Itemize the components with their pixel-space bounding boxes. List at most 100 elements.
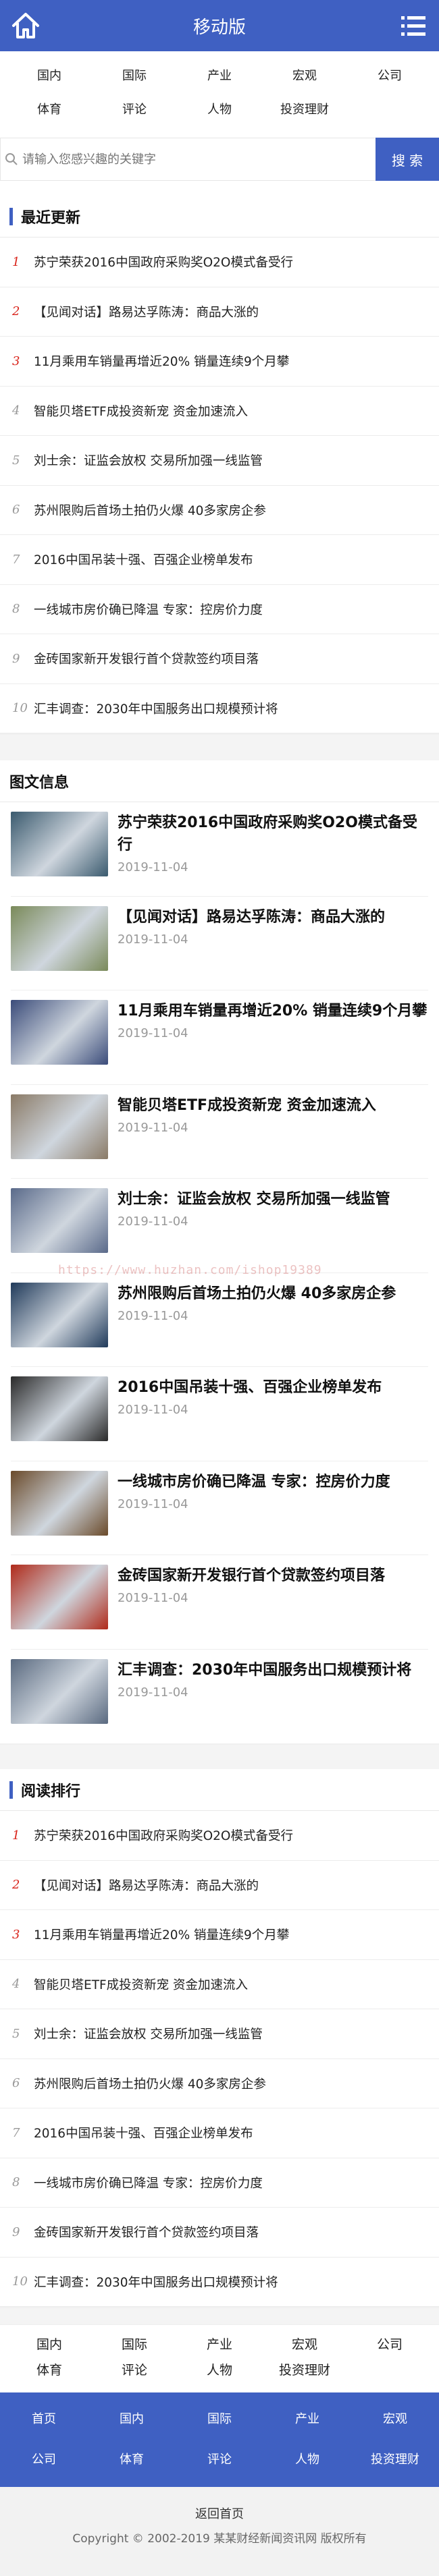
list-item[interactable]: 1 苏宁荣获2016中国政府采购奖O2O模式备受行 — [0, 237, 439, 287]
list-item[interactable]: 7 2016中国吊装十强、百强企业榜单发布 — [0, 535, 439, 585]
news-link[interactable]: 2016中国吊装十强、百强企业榜单发布 — [34, 551, 253, 568]
news-link[interactable]: 苏宁荣获2016中国政府采购奖O2O模式备受行 — [34, 1826, 293, 1844]
news-thumbnail[interactable] — [11, 812, 108, 876]
picture-item[interactable]: 【见闻对话】路易达孚陈涛：商品大涨的 2019-11-04 — [11, 897, 428, 990]
news-link[interactable]: 11月乘用车销量再增近20% 销量连续9个月攀 — [34, 352, 289, 370]
picture-item[interactable]: 苏州限购后首场土拍仍火爆 40多家房企参 2019-11-04 — [11, 1273, 428, 1367]
list-item[interactable]: 5 刘士余：证监会放权 交易所加强一线监管 — [0, 2009, 439, 2059]
back-home-link[interactable]: 返回首页 — [0, 2504, 439, 2522]
list-item[interactable]: 1 苏宁荣获2016中国政府采购奖O2O模式备受行 — [0, 1811, 439, 1861]
picture-item[interactable]: 一线城市房价确已降温 专家：控房价力度 2019-11-04 — [11, 1461, 428, 1555]
picture-title[interactable]: 苏宁荣获2016中国政府采购奖O2O模式备受行 — [118, 812, 428, 856]
category-link[interactable]: 评论 — [92, 93, 177, 127]
news-thumbnail[interactable] — [11, 1282, 108, 1347]
news-link[interactable]: 智能贝塔ETF成投资新宠 资金加速流入 — [34, 402, 248, 420]
list-item[interactable]: 3 11月乘用车销量再增近20% 销量连续9个月攀 — [0, 337, 439, 387]
list-item[interactable]: 3 11月乘用车销量再增近20% 销量连续9个月攀 — [0, 1910, 439, 1960]
news-thumbnail[interactable] — [11, 1094, 108, 1159]
news-thumbnail[interactable] — [11, 1000, 108, 1065]
list-item[interactable]: 5 刘士余：证监会放权 交易所加强一线监管 — [0, 436, 439, 486]
list-item[interactable]: 6 苏州限购后首场土拍仍火爆 40多家房企参 — [0, 2059, 439, 2108]
list-item[interactable]: 10 汇丰调查：2030年中国服务出口规模预计将 — [0, 684, 439, 733]
news-link[interactable]: 苏州限购后首场土拍仍火爆 40多家房企参 — [34, 501, 266, 519]
picture-title[interactable]: 智能贝塔ETF成投资新宠 资金加速流入 — [118, 1094, 428, 1117]
news-link[interactable]: 一线城市房价确已降温 专家：控房价力度 — [34, 2174, 263, 2191]
news-link[interactable]: 2016中国吊装十强、百强企业榜单发布 — [34, 2124, 253, 2141]
home-icon[interactable] — [8, 8, 43, 43]
footer-link[interactable]: 投资理财 — [262, 2357, 347, 2383]
list-item[interactable]: 8 一线城市房价确已降温 专家：控房价力度 — [0, 2158, 439, 2208]
menu-icon[interactable] — [396, 8, 431, 43]
list-item[interactable]: 9 金砖国家新开发银行首个贷款签约项目落 — [0, 2208, 439, 2258]
footer-link[interactable]: 国内 — [7, 2332, 92, 2357]
bottom-nav-link[interactable]: 宏观 — [351, 2399, 439, 2440]
category-link[interactable]: 投资理财 — [262, 93, 347, 127]
picture-title[interactable]: 11月乘用车销量再增近20% 销量连续9个月攀 — [118, 1000, 428, 1022]
picture-title[interactable]: 汇丰调查：2030年中国服务出口规模预计将 — [118, 1659, 428, 1681]
category-link[interactable]: 产业 — [177, 59, 262, 93]
search-button[interactable]: 搜 索 — [376, 138, 439, 181]
picture-item[interactable]: 2016中国吊装十强、百强企业榜单发布 2019-11-04 — [11, 1367, 428, 1461]
bottom-nav-link[interactable]: 评论 — [176, 2440, 263, 2480]
picture-item[interactable]: 金砖国家新开发银行首个贷款签约项目落 2019-11-04 — [11, 1555, 428, 1650]
bottom-nav-link[interactable]: 国内 — [88, 2399, 176, 2440]
list-item[interactable]: 4 智能贝塔ETF成投资新宠 资金加速流入 — [0, 1960, 439, 2009]
footer-link[interactable]: 产业 — [177, 2332, 262, 2357]
news-link[interactable]: 汇丰调查：2030年中国服务出口规模预计将 — [34, 700, 278, 717]
bottom-nav-link[interactable]: 首页 — [0, 2399, 88, 2440]
footer-link[interactable]: 公司 — [347, 2332, 432, 2357]
category-link[interactable]: 体育 — [7, 93, 92, 127]
bottom-nav-link[interactable]: 产业 — [263, 2399, 351, 2440]
list-item[interactable]: 4 智能贝塔ETF成投资新宠 资金加速流入 — [0, 387, 439, 436]
category-link[interactable]: 国内 — [7, 59, 92, 93]
news-link[interactable]: 智能贝塔ETF成投资新宠 资金加速流入 — [34, 1976, 248, 1993]
picture-title[interactable]: 【见闻对话】路易达孚陈涛：商品大涨的 — [118, 906, 428, 928]
category-link[interactable]: 公司 — [347, 59, 432, 93]
news-link[interactable]: 苏宁荣获2016中国政府采购奖O2O模式备受行 — [34, 253, 293, 271]
picture-item[interactable]: 11月乘用车销量再增近20% 销量连续9个月攀 2019-11-04 — [11, 990, 428, 1085]
picture-title[interactable]: 一线城市房价确已降温 专家：控房价力度 — [118, 1471, 428, 1493]
news-thumbnail[interactable] — [11, 1188, 108, 1253]
footer-link[interactable]: 人物 — [177, 2357, 262, 2383]
news-link[interactable]: 【见闻对话】路易达孚陈涛：商品大涨的 — [34, 1876, 259, 1894]
footer-link[interactable]: 宏观 — [262, 2332, 347, 2357]
picture-item[interactable]: 刘士余：证监会放权 交易所加强一线监管 2019-11-04 — [11, 1179, 428, 1273]
picture-title[interactable]: 苏州限购后首场土拍仍火爆 40多家房企参 — [118, 1283, 428, 1305]
category-link[interactable]: 国际 — [92, 59, 177, 93]
news-link[interactable]: 金砖国家新开发银行首个贷款签约项目落 — [34, 650, 259, 667]
news-link[interactable]: 汇丰调查：2030年中国服务出口规模预计将 — [34, 2273, 278, 2291]
news-thumbnail[interactable] — [11, 1376, 108, 1441]
news-link[interactable]: 苏州限购后首场土拍仍火爆 40多家房企参 — [34, 2075, 266, 2092]
list-item[interactable]: 9 金砖国家新开发银行首个贷款签约项目落 — [0, 634, 439, 684]
picture-item[interactable]: 智能贝塔ETF成投资新宠 资金加速流入 2019-11-04 — [11, 1085, 428, 1179]
picture-title[interactable]: 刘士余：证监会放权 交易所加强一线监管 — [118, 1188, 428, 1210]
picture-title[interactable]: 金砖国家新开发银行首个贷款签约项目落 — [118, 1565, 428, 1587]
bottom-nav-link[interactable]: 人物 — [263, 2440, 351, 2480]
footer-link[interactable]: 体育 — [7, 2357, 92, 2383]
footer-link[interactable]: 国际 — [92, 2332, 177, 2357]
list-item[interactable]: 7 2016中国吊装十强、百强企业榜单发布 — [0, 2108, 439, 2158]
picture-item[interactable]: 苏宁荣获2016中国政府采购奖O2O模式备受行 2019-11-04 — [11, 802, 428, 897]
news-thumbnail[interactable] — [11, 905, 108, 971]
footer-link[interactable]: 评论 — [92, 2357, 177, 2383]
list-item[interactable]: 2 【见闻对话】路易达孚陈涛：商品大涨的 — [0, 1861, 439, 1910]
category-link[interactable]: 宏观 — [262, 59, 347, 93]
news-thumbnail[interactable] — [11, 1565, 108, 1629]
news-link[interactable]: 11月乘用车销量再增近20% 销量连续9个月攀 — [34, 1926, 289, 1943]
news-link[interactable]: 【见闻对话】路易达孚陈涛：商品大涨的 — [34, 303, 259, 320]
bottom-nav-link[interactable]: 体育 — [88, 2440, 176, 2480]
list-item[interactable]: 10 汇丰调查：2030年中国服务出口规模预计将 — [0, 2258, 439, 2307]
picture-title[interactable]: 2016中国吊装十强、百强企业榜单发布 — [118, 1376, 428, 1399]
list-item[interactable]: 6 苏州限购后首场土拍仍火爆 40多家房企参 — [0, 486, 439, 535]
news-link[interactable]: 刘士余：证监会放权 交易所加强一线监管 — [34, 451, 263, 469]
news-thumbnail[interactable] — [11, 1470, 108, 1536]
news-link[interactable]: 金砖国家新开发银行首个贷款签约项目落 — [34, 2223, 259, 2241]
list-item[interactable]: 2 【见闻对话】路易达孚陈涛：商品大涨的 — [0, 287, 439, 337]
bottom-nav-link[interactable]: 公司 — [0, 2440, 88, 2480]
search-input[interactable] — [18, 138, 376, 180]
bottom-nav-link[interactable]: 国际 — [176, 2399, 263, 2440]
bottom-nav-link[interactable]: 投资理财 — [351, 2440, 439, 2480]
news-link[interactable]: 刘士余：证监会放权 交易所加强一线监管 — [34, 2025, 263, 2042]
category-link[interactable]: 人物 — [177, 93, 262, 127]
news-thumbnail[interactable] — [11, 1658, 108, 1724]
